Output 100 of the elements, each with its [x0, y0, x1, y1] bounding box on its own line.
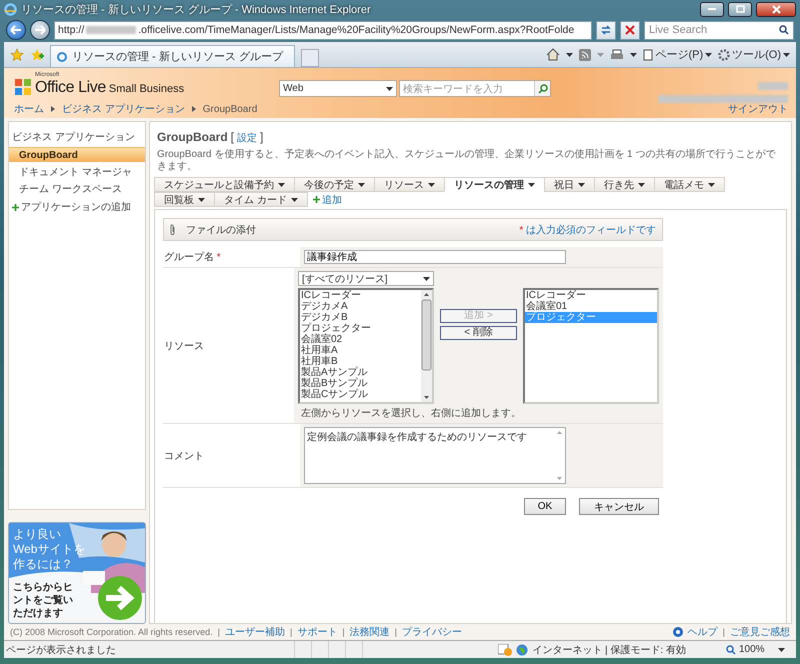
ok-button[interactable]: OK — [524, 498, 566, 515]
ad-text: こちらからヒ — [13, 581, 73, 594]
list-option[interactable]: ICレコーダー — [300, 290, 421, 301]
tab[interactable]: 回覧板 — [154, 192, 215, 207]
refresh-icon — [600, 24, 612, 36]
browser-logo-icon — [4, 2, 17, 16]
chosen-list[interactable]: ICレコーダー 会議室01 プロジェクター — [523, 288, 659, 404]
list-option[interactable]: デジカメB — [300, 312, 421, 323]
forward-button[interactable] — [30, 20, 50, 40]
tab[interactable]: リソース — [374, 177, 445, 192]
available-list[interactable]: ICレコーダー デジカメA デジカメB プロジェクター 会議室02 社用車A 社用車B 製品Aサンプル 製品Bサンプル 製品Cサンプル — [298, 288, 434, 404]
resource-hint: 左側からリソースを選択し、右側に追加します。 — [300, 406, 522, 420]
group-name-field[interactable]: 議事録作成 — [304, 250, 566, 264]
caret-icon — [198, 198, 205, 202]
list-option[interactable]: 会議室01 — [525, 301, 657, 312]
tab[interactable]: 今後の予定 — [294, 177, 375, 192]
star-icon[interactable] — [10, 48, 24, 62]
list-option[interactable]: 社用車A — [300, 345, 421, 356]
caret-icon — [358, 182, 365, 186]
tools-menu[interactable]: ツール(O) — [718, 47, 790, 62]
list-option[interactable]: プロジェクター — [300, 323, 421, 334]
cancel-button[interactable]: キャンセル — [579, 498, 659, 515]
caret-icon — [778, 648, 785, 652]
warning-icon — [498, 644, 512, 656]
tab[interactable]: 行き先 — [594, 177, 655, 192]
stop-button[interactable] — [620, 20, 640, 40]
sidebar-item[interactable]: GroupBoard — [9, 147, 145, 162]
address-field[interactable]: http:// .officelive.com/TimeManager/Lists/Manage%20Facility%20Groups/NewForm.aspx?RootFolde — [54, 20, 592, 40]
feedback-link[interactable]: ご意見ご感想 — [730, 625, 790, 639]
minimize-icon — [708, 8, 716, 10]
copyright-text: (C) 2008 Microsoft Corporation. All rights reserved. — [10, 627, 213, 637]
search-icon — [538, 84, 548, 94]
caret-icon — [566, 52, 574, 56]
field-label: グループ名 * — [164, 250, 221, 264]
breadcrumb-link[interactable]: ホーム — [14, 102, 44, 116]
add-tab-link[interactable]: 追加 — [306, 192, 348, 207]
paperclip-icon — [170, 224, 176, 235]
close-icon — [772, 4, 780, 14]
minimize-button[interactable] — [700, 2, 724, 16]
tab[interactable]: 電話メモ — [654, 177, 725, 192]
help-link[interactable]: ヘルプ — [688, 625, 718, 639]
breadcrumb-link[interactable]: GroupBoard — [202, 104, 258, 114]
list-option[interactable]: ICレコーダー — [525, 290, 657, 301]
caret-icon — [708, 182, 715, 186]
list-option[interactable]: 製品Aサンプル — [300, 367, 421, 378]
bracket-mark: [ — [230, 130, 234, 144]
resource-filter-select[interactable]: [すべてのリソース] — [298, 271, 434, 286]
maximize-icon — [736, 5, 744, 13]
footer-link[interactable]: サポート — [297, 625, 338, 639]
footer-link[interactable]: プライバシー — [402, 625, 462, 639]
add-application-link[interactable]: アプリケーションの追加 — [9, 198, 145, 216]
plus-icon — [12, 204, 19, 210]
status-text: ページが表示されました — [5, 644, 117, 656]
page-menu[interactable]: ページ(P) — [643, 47, 712, 62]
caret-icon — [630, 52, 638, 56]
ad-text: ントをご覧い — [13, 594, 73, 607]
page-title: GroupBoard — [157, 130, 228, 144]
sidebar-item[interactable]: チーム ワークスペース — [9, 181, 145, 196]
footer-link[interactable]: 法務関連 — [350, 625, 390, 639]
caret-icon — [578, 182, 585, 186]
refresh-button[interactable] — [596, 20, 616, 40]
comment-field[interactable]: 定例会議の議事録を作成するためのリソースです — [304, 427, 566, 484]
breadcrumb-link[interactable]: ビジネス アプリケーション — [62, 102, 185, 116]
blurred-text — [758, 82, 788, 90]
list-option[interactable]: 会議室02 — [300, 334, 421, 345]
list-option[interactable]: 製品Cサンプル — [300, 389, 421, 400]
gear-icon — [718, 48, 730, 60]
add-favorite-icon[interactable] — [30, 48, 44, 62]
tab[interactable]: 祝日 — [544, 177, 595, 192]
search-button[interactable] — [534, 81, 550, 96]
tab[interactable]: リソースの管理 — [444, 177, 545, 192]
ad-headline: 作るには？ — [13, 557, 73, 572]
printer-icon[interactable] — [610, 48, 624, 60]
zoom-control[interactable]: 100% — [726, 644, 796, 655]
attach-file-link[interactable]: ファイルの添付 — [186, 222, 256, 236]
tab[interactable]: タイム カード — [214, 192, 308, 207]
caret-icon — [428, 182, 435, 186]
separator: | — [342, 627, 345, 637]
list-option[interactable]: デジカメA — [300, 301, 421, 312]
close-button[interactable] — [756, 2, 796, 16]
sign-out-link[interactable]: サインアウト — [728, 102, 788, 116]
tab[interactable]: スケジュールと設備予約 — [154, 177, 295, 192]
required-note: * は入力必須のフィールドです — [519, 224, 656, 236]
sidebar-heading: ビジネス アプリケーション — [11, 130, 136, 145]
search-scope-select[interactable]: Web — [279, 80, 397, 97]
forward-arrow-icon — [34, 25, 46, 35]
ad-headline: より良い — [13, 527, 61, 542]
list-option[interactable]: 製品Bサンプル — [300, 378, 421, 389]
brand-subtitle: Small Business — [108, 83, 184, 95]
feed-icon[interactable] — [579, 48, 592, 60]
back-button[interactable] — [6, 20, 26, 40]
maximize-button[interactable] — [728, 2, 752, 16]
footer-link[interactable]: ユーザー補助 — [224, 625, 285, 639]
remove-button[interactable]: < 削除 — [440, 326, 517, 340]
settings-link[interactable]: 設定 — [237, 131, 258, 145]
zoom-icon — [726, 644, 736, 654]
home-icon[interactable] — [546, 48, 560, 61]
list-option[interactable]: 社用車B — [300, 356, 421, 367]
browser-tab[interactable]: リソースの管理 - 新しいリソース グループ — [50, 45, 295, 67]
sidebar-item[interactable]: ドキュメント マネージャ — [9, 164, 145, 179]
